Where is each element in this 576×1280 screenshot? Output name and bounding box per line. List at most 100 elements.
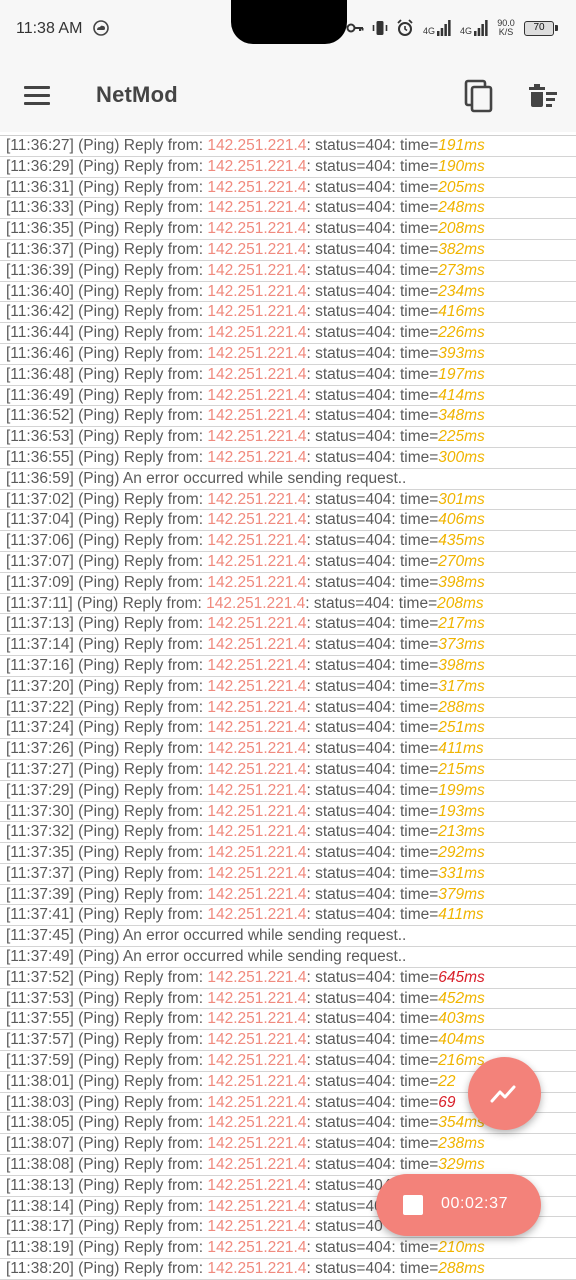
log-ms: 435ms xyxy=(438,532,485,550)
log-mid: : status=404: time= xyxy=(306,303,439,321)
log-pre: (Ping) Reply from: xyxy=(73,760,208,778)
log-row: [11:38:19] (Ping) Reply from: 142.251.22… xyxy=(0,1238,576,1260)
log-ms: 348ms xyxy=(438,407,485,425)
log-row: [11:37:04] (Ping) Reply from: 142.251.22… xyxy=(0,510,576,532)
log-pre: (Ping) Reply from: xyxy=(73,282,208,300)
copy-button[interactable] xyxy=(462,78,496,114)
log-ms: 411ms xyxy=(438,906,484,924)
log-pre: (Ping) Reply from: xyxy=(73,656,208,674)
log-row: [11:36:59] (Ping) An error occurred whil… xyxy=(0,469,576,490)
log-mid: : status=404: time= xyxy=(306,220,439,238)
log-mid: : status=404: time= xyxy=(306,324,439,342)
log-ip: 142.251.221.4 xyxy=(207,719,307,737)
log-ip: 142.251.221.4 xyxy=(207,178,307,196)
log-pre: (Ping) Reply from: xyxy=(73,1093,208,1111)
log-pre: (Ping) An error occurred while sending r… xyxy=(73,948,407,966)
log-row: [11:36:27] (Ping) Reply from: 142.251.22… xyxy=(0,136,576,157)
log-ip: 142.251.221.4 xyxy=(207,240,307,258)
log-ip: 142.251.221.4 xyxy=(207,261,307,279)
log-mid: : status=404: time= xyxy=(306,781,439,799)
log-mid: : status=404: time= xyxy=(306,511,439,529)
log-ms: 238ms xyxy=(438,1135,485,1153)
log-row: [11:36:40] (Ping) Reply from: 142.251.22… xyxy=(0,282,576,303)
log-ts: [11:37:45] xyxy=(6,927,74,945)
signal-icon-2: 4G xyxy=(459,20,488,36)
log-ts: [11:38:20] xyxy=(6,1260,74,1278)
net-speed: 90.0 K/S xyxy=(497,18,515,37)
graph-fab-button[interactable] xyxy=(468,1057,541,1130)
log-row: [11:37:14] (Ping) Reply from: 142.251.22… xyxy=(0,635,576,656)
log-ms: 213ms xyxy=(438,823,485,841)
log-ip: 142.251.221.4 xyxy=(207,552,307,570)
log-pre: (Ping) Reply from: xyxy=(73,552,208,570)
log-ts: [11:37:13] xyxy=(6,615,74,633)
log-ms: 288ms xyxy=(438,1260,485,1278)
log-ms: 199ms xyxy=(438,781,485,799)
log-mid: : status=404: time= xyxy=(306,1114,439,1132)
status-bar: 11:38 AM 4G 4G 90.0 K/S 70 xyxy=(0,0,576,58)
log-ms: 300ms xyxy=(438,448,485,466)
log-ms: 210ms xyxy=(438,1239,485,1257)
log-mid: : status=404: time= xyxy=(306,989,439,1007)
log-row: [11:37:02] (Ping) Reply from: 142.251.22… xyxy=(0,490,576,511)
log-pre: (Ping) Reply from: xyxy=(73,1260,208,1278)
trending-up-icon xyxy=(490,1085,516,1103)
log-ip: 142.251.221.4 xyxy=(207,490,307,508)
log-mid: : status=404: time= xyxy=(306,1239,439,1257)
stop-timer-button[interactable]: 00:02:37 xyxy=(376,1174,541,1236)
log-pre: (Ping) Reply from: xyxy=(73,303,208,321)
log-pre: (Ping) Reply from: xyxy=(73,1010,208,1028)
log-pre: (Ping) Reply from: xyxy=(73,261,208,279)
log-mid: : status=40 xyxy=(306,1197,383,1215)
log-row: [11:38:08] (Ping) Reply from: 142.251.22… xyxy=(0,1155,576,1176)
log-row: [11:36:52] (Ping) Reply from: 142.251.22… xyxy=(0,406,576,428)
alarm-icon xyxy=(397,19,413,36)
log-ts: [11:36:29] xyxy=(6,157,74,175)
log-ip: 142.251.221.4 xyxy=(207,1114,307,1132)
log-ts: [11:36:49] xyxy=(6,386,74,404)
log-mid: : status=404: time= xyxy=(306,802,439,820)
log-ms: 414ms xyxy=(438,386,485,404)
elapsed-time: 00:02:37 xyxy=(441,1195,509,1212)
menu-button[interactable] xyxy=(22,80,54,110)
log-ts: [11:37:20] xyxy=(6,677,74,695)
log-mid: : status=404: time= xyxy=(306,1031,439,1049)
log-ip: 142.251.221.4 xyxy=(207,407,307,425)
app-bar: NetMod xyxy=(0,58,576,132)
log-ts: [11:36:46] xyxy=(6,344,74,362)
log-ts: [11:36:53] xyxy=(6,428,74,446)
log-ip: 142.251.221.4 xyxy=(207,802,307,820)
log-ts: [11:37:16] xyxy=(6,656,74,674)
log-mid: : status=404: time= xyxy=(306,968,439,986)
log-pre: (Ping) Reply from: xyxy=(73,906,208,924)
log-ip: 142.251.221.4 xyxy=(207,199,307,217)
log-ip: 142.251.221.4 xyxy=(207,823,307,841)
log-ts: [11:37:14] xyxy=(6,636,74,654)
log-ts: [11:37:55] xyxy=(6,1010,74,1028)
log-ms: 373ms xyxy=(438,636,485,654)
log-pre: (Ping) Reply from: xyxy=(73,137,208,154)
log-mid: : status=404: time= xyxy=(306,407,439,425)
log-ms: 292ms xyxy=(438,844,485,862)
log-ts: [11:37:53] xyxy=(6,989,74,1007)
log-mid: : status=404: time= xyxy=(306,844,439,862)
log-row: [11:36:48] (Ping) Reply from: 142.251.22… xyxy=(0,365,576,386)
cloud-icon xyxy=(93,20,109,36)
log-pre: (Ping) Reply from: xyxy=(73,1114,208,1132)
log-ip: 142.251.221.4 xyxy=(207,1156,307,1174)
log-row: [11:37:26] (Ping) Reply from: 142.251.22… xyxy=(0,739,576,760)
log-pre: (Ping) Reply from: xyxy=(73,885,208,903)
log-ip: 142.251.221.4 xyxy=(207,864,307,882)
log-mid: : status=404: time= xyxy=(306,282,439,300)
log-ms: 398ms xyxy=(438,573,485,591)
copy-icon xyxy=(464,79,493,113)
log-ip: 142.251.221.4 xyxy=(207,137,307,154)
log-mid: : status=404: time= xyxy=(306,1260,439,1278)
clear-log-button[interactable] xyxy=(526,80,560,114)
log-pre: (Ping) Reply from: xyxy=(73,698,208,716)
log-pre: (Ping) Reply from: xyxy=(73,1197,208,1215)
log-ts: [11:38:05] xyxy=(6,1114,74,1132)
log-row: [11:36:33] (Ping) Reply from: 142.251.22… xyxy=(0,198,576,220)
log-ts: [11:38:13] xyxy=(6,1176,74,1194)
log-ms: 379ms xyxy=(438,885,485,903)
